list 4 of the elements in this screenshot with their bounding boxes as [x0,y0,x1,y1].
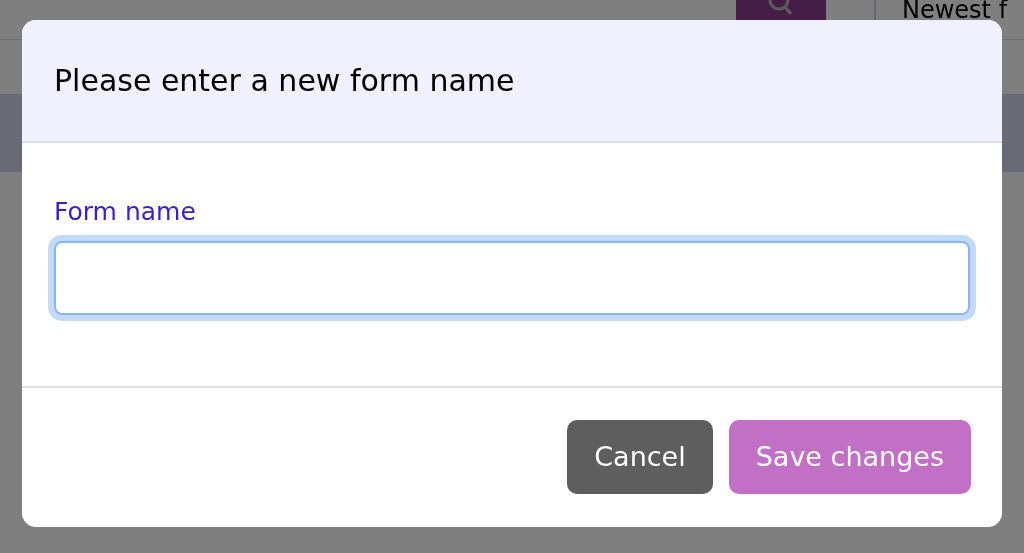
save-button[interactable]: Save changes [728,420,971,494]
dialog-title: Please enter a new form name [54,62,515,99]
field-label: Form name [54,196,196,228]
cancel-button[interactable]: Cancel [567,420,713,494]
